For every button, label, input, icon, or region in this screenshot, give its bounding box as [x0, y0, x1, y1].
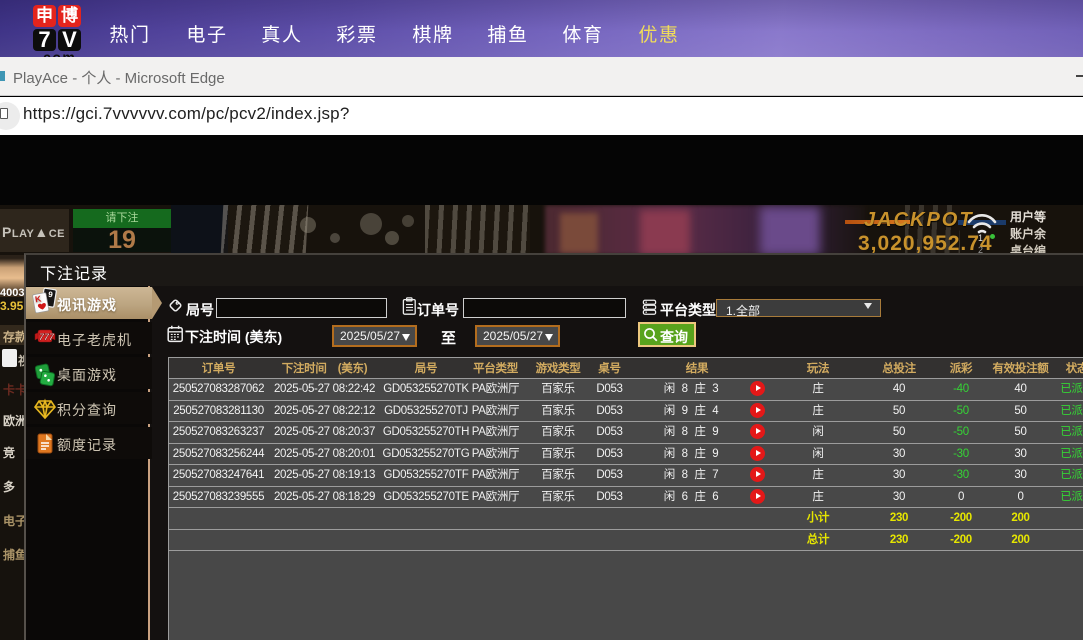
svg-text:777: 777: [39, 332, 55, 342]
